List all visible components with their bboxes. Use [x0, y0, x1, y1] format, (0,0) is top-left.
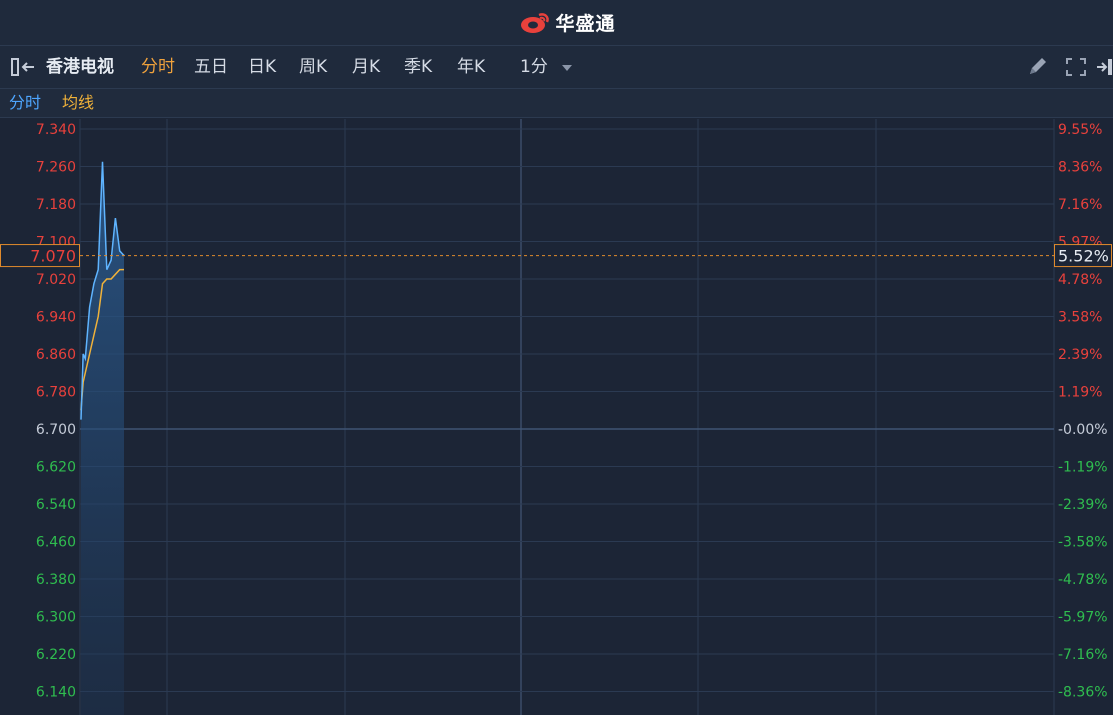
- y-tick-label: 6.780: [36, 385, 76, 401]
- y-tick-label: 6.700: [36, 422, 76, 438]
- y-tick-label: 6.380: [36, 572, 76, 588]
- current-change-label: 5.52%: [1058, 247, 1109, 266]
- y-tick-percent-label: 8.36%: [1058, 160, 1102, 176]
- y-tick-label: 7.340: [36, 122, 76, 138]
- y-tick-label: 6.140: [36, 685, 76, 701]
- price-area: [81, 161, 124, 715]
- y-tick-percent-label: 2.39%: [1058, 347, 1102, 363]
- y-tick-label: 6.220: [36, 647, 76, 663]
- y-tick-percent-label: -3.58%: [1058, 535, 1108, 551]
- price-axis-labels: 7.3407.2607.1807.1007.0206.9406.8606.780…: [36, 122, 76, 701]
- percent-axis-labels: 9.55%8.36%7.16%5.97%4.78%3.58%2.39%1.19%…: [1058, 122, 1108, 701]
- current-price-label: 7.070: [30, 247, 76, 266]
- y-tick-percent-label: 1.19%: [1058, 385, 1102, 401]
- y-tick-label: 7.180: [36, 197, 76, 213]
- y-tick-percent-label: 7.16%: [1058, 197, 1102, 213]
- y-tick-percent-label: 9.55%: [1058, 122, 1102, 138]
- y-tick-percent-label: 4.78%: [1058, 272, 1102, 288]
- y-tick-percent-label: -8.36%: [1058, 685, 1108, 701]
- y-tick-label: 6.860: [36, 347, 76, 363]
- y-tick-percent-label: -5.97%: [1058, 610, 1108, 626]
- y-tick-label: 7.020: [36, 272, 76, 288]
- y-tick-label: 6.540: [36, 497, 76, 513]
- chart-grid: [79, 119, 1055, 715]
- y-tick-percent-label: -2.39%: [1058, 497, 1108, 513]
- y-tick-label: 6.940: [36, 310, 76, 326]
- y-tick-label: 6.460: [36, 535, 76, 551]
- y-tick-percent-label: -0.00%: [1058, 422, 1108, 438]
- y-tick-label: 7.260: [36, 160, 76, 176]
- y-tick-label: 6.620: [36, 460, 76, 476]
- y-tick-percent-label: -4.78%: [1058, 572, 1108, 588]
- y-tick-percent-label: 3.58%: [1058, 310, 1102, 326]
- y-tick-label: 6.300: [36, 610, 76, 626]
- intraday-chart: 7.3407.2607.1807.1007.0206.9406.8606.780…: [0, 119, 1112, 715]
- price-area-fill: [81, 161, 124, 715]
- y-tick-percent-label: -7.16%: [1058, 647, 1108, 663]
- y-tick-percent-label: -1.19%: [1058, 460, 1108, 476]
